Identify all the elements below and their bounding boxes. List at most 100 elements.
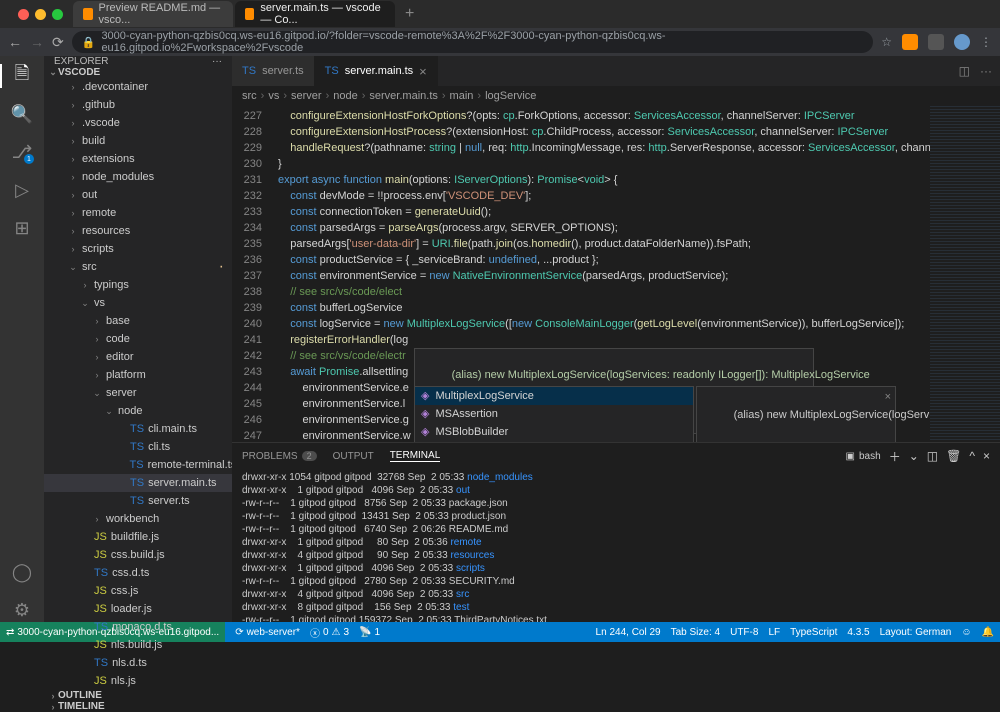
file-monaco-d-ts[interactable]: TS monaco.d.ts (44, 618, 232, 636)
browser-tab-1[interactable]: Preview README.md — vsco... (73, 1, 233, 27)
folder-typings[interactable]: ›typings (44, 276, 232, 294)
star-icon[interactable]: ☆ (881, 35, 892, 49)
kill-terminal-icon[interactable]: 🗑 (946, 449, 961, 463)
crumb-node[interactable]: node (333, 90, 357, 102)
status-problems[interactable]: ⓧ 0 ⚠ 3 (310, 625, 349, 640)
file-server-ts[interactable]: TS server.ts (44, 492, 232, 510)
search-icon[interactable]: 🔍 (10, 102, 34, 126)
folder-out[interactable]: ›out (44, 186, 232, 204)
file-remote-terminal-ts[interactable]: TS remote-terminal.ts (44, 456, 232, 474)
folder-node_modules[interactable]: ›node_modules (44, 168, 232, 186)
terminal-output[interactable]: drwxr-xr-x 1054 gitpod gitpod 32768 Sep … (232, 469, 1000, 622)
panel-tab-output[interactable]: OUTPUT (333, 451, 374, 462)
folder-editor[interactable]: ›editor (44, 348, 232, 366)
sidebar-more-icon[interactable]: ··· (212, 56, 222, 67)
ts-file-icon: TS (242, 65, 256, 77)
run-debug-icon[interactable]: ▷ (10, 178, 34, 202)
terminal-dropdown-icon[interactable]: ⌄ (909, 449, 919, 463)
back-button[interactable]: ← (8, 34, 22, 50)
sidebar-title: EXPLORER (54, 56, 108, 67)
file-server-main-ts[interactable]: TS server.main.ts (44, 474, 232, 492)
tab-label: server.ts (262, 65, 304, 77)
ts-file-icon: TS (325, 65, 339, 77)
minimap[interactable] (930, 106, 1000, 442)
crumb-server.main.ts[interactable]: server.main.ts (369, 90, 437, 102)
folder--github[interactable]: ›.github (44, 96, 232, 114)
profile-avatar[interactable] (954, 34, 970, 50)
address-bar[interactable]: 🔒 3000-cyan-python-qzbis0cq.ws-eu16.gitp… (72, 31, 874, 53)
breadcrumbs[interactable]: src › vs › server › node › server.main.t… (232, 86, 1000, 106)
panel-tab-problems[interactable]: PROBLEMS2 (242, 451, 317, 462)
file-cli-main-ts[interactable]: TS cli.main.ts (44, 420, 232, 438)
folder-resources[interactable]: ›resources (44, 222, 232, 240)
settings-gear-icon[interactable]: ⚙ (10, 598, 34, 622)
split-editor-icon[interactable]: ◫ (959, 64, 970, 78)
new-tab-button[interactable]: + (397, 5, 422, 23)
line-numbers: 2272282292302312322332342352362372382392… (232, 106, 272, 442)
file-cli-ts[interactable]: TS cli.ts (44, 438, 232, 456)
more-actions-icon[interactable]: ··· (980, 64, 992, 78)
file-buildfile-js[interactable]: JS buildfile.js (44, 528, 232, 546)
crumb-main[interactable]: main (450, 90, 474, 102)
account-icon[interactable]: ◯ (10, 560, 34, 584)
folder-server[interactable]: ⌄server (44, 384, 232, 402)
folder-vs[interactable]: ⌄vs (44, 294, 232, 312)
crumb-src[interactable]: src (242, 90, 257, 102)
browser-tab-2[interactable]: server.main.ts — vscode — Co... (235, 1, 395, 27)
timeline-section[interactable]: ›TIMELINE (44, 701, 232, 712)
file-nls-js[interactable]: JS nls.js (44, 672, 232, 690)
suggestion-MSFIDOCredentialAssertion[interactable]: ◈MSFIDOCredentialAssertion (415, 441, 693, 442)
terminal-shell-label[interactable]: ▣ bash (846, 451, 881, 462)
tab-label: server.main.ts (345, 65, 413, 77)
editor-tab-server-ts[interactable]: TS server.ts (232, 56, 315, 86)
file-loader-js[interactable]: JS loader.js (44, 600, 232, 618)
forward-button[interactable]: → (30, 34, 44, 50)
folder-extensions[interactable]: ›extensions (44, 150, 232, 168)
file-css-d-ts[interactable]: TS css.d.ts (44, 564, 232, 582)
folder-build[interactable]: ›build (44, 132, 232, 150)
reload-button[interactable]: ⟳ (52, 34, 64, 51)
file-css-js[interactable]: JS css.js (44, 582, 232, 600)
file-css-build-js[interactable]: JS css.build.js (44, 546, 232, 564)
suggestion-MSBlobBuilder[interactable]: ◈MSBlobBuilder (415, 423, 693, 441)
maximize-panel-icon[interactable]: ^ (969, 449, 975, 463)
gitpod-ext-icon[interactable] (902, 34, 918, 50)
source-control-icon[interactable]: ⎇1 (10, 140, 34, 164)
workspace-root[interactable]: ⌄VSCODE (44, 67, 232, 78)
split-terminal-icon[interactable]: ◫ (927, 449, 938, 463)
folder-platform[interactable]: ›platform (44, 366, 232, 384)
gitpod-favicon (245, 8, 254, 20)
outline-section[interactable]: ›OUTLINE (44, 690, 232, 701)
extensions-icon[interactable]: ⊞ (10, 216, 34, 240)
editor-content[interactable]: configureExtensionHostForkOptions?(opts:… (272, 106, 930, 442)
menu-icon[interactable]: ⋮ (980, 35, 992, 49)
file-nls-d-ts[interactable]: TS nls.d.ts (44, 654, 232, 672)
folder-src[interactable]: ⌄src (44, 258, 232, 276)
crumb-server[interactable]: server (291, 90, 322, 102)
folder-remote[interactable]: ›remote (44, 204, 232, 222)
window-controls[interactable] (8, 9, 73, 20)
suggestion-MultiplexLogService[interactable]: ◈MultiplexLogService (415, 387, 693, 405)
folder-node[interactable]: ⌄node (44, 402, 232, 420)
close-panel-icon[interactable]: × (983, 449, 990, 463)
browser-tab-title: Preview README.md — vsco... (99, 2, 223, 26)
close-icon[interactable]: × (419, 64, 427, 79)
crumb-vs[interactable]: vs (268, 90, 279, 102)
folder-code[interactable]: ›code (44, 330, 232, 348)
folder-base[interactable]: ›base (44, 312, 232, 330)
close-icon[interactable]: × (885, 389, 891, 405)
explorer-icon[interactable]: 🗎 (10, 64, 34, 88)
editor-tab-server-main-ts[interactable]: TS server.main.ts × (315, 56, 438, 86)
folder-scripts[interactable]: ›scripts (44, 240, 232, 258)
folder--vscode[interactable]: ›.vscode (44, 114, 232, 132)
intellisense-popup[interactable]: ◈MultiplexLogService◈MSAssertion◈MSBlobB… (414, 386, 694, 442)
folder-workbench[interactable]: ›workbench (44, 510, 232, 528)
panel-tab-terminal[interactable]: TERMINAL (390, 450, 441, 462)
lock-icon: 🔒 (82, 36, 96, 49)
extension-icon[interactable] (928, 34, 944, 50)
folder--devcontainer[interactable]: ›.devcontainer (44, 78, 232, 96)
new-terminal-icon[interactable]: ＋ (889, 448, 901, 465)
file-nls-build-js[interactable]: JS nls.build.js (44, 636, 232, 654)
suggestion-MSAssertion[interactable]: ◈MSAssertion (415, 405, 693, 423)
crumb-logService[interactable]: logService (485, 90, 536, 102)
